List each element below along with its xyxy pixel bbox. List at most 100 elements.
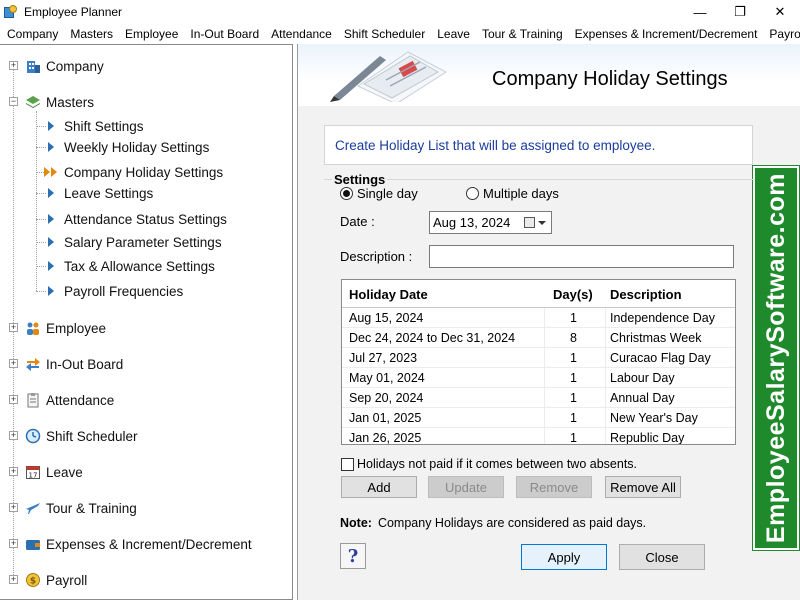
wallet-icon [24, 535, 42, 553]
arrow-right-icon [48, 237, 54, 247]
column-header-days[interactable]: Day(s) [553, 287, 593, 302]
tree-item-salary-parameter-settings[interactable]: Salary Parameter Settings [48, 232, 222, 252]
settings-legend: Settings [332, 172, 388, 187]
tree-item-employee[interactable]: Employee [24, 318, 106, 338]
remove-all-button[interactable]: Remove All [605, 476, 681, 498]
menu-shift-scheduler[interactable]: Shift Scheduler [338, 27, 431, 41]
table-header: Holiday Date Day(s) Description [342, 280, 735, 308]
help-button[interactable]: ? [340, 543, 366, 569]
tree-item-payroll-frequencies[interactable]: Payroll Frequencies [48, 281, 183, 301]
tree-item-company-holiday-settings[interactable]: Company Holiday Settings [44, 162, 223, 182]
people-icon [24, 319, 42, 337]
column-header-holiday-date[interactable]: Holiday Date [349, 287, 428, 302]
single-day-radio[interactable]: Single day [340, 186, 418, 201]
calendar-icon: 17 [24, 463, 42, 481]
clipboard-icon [24, 391, 42, 409]
date-picker[interactable]: Aug 13, 2024 [429, 211, 552, 234]
table-row[interactable]: Dec 24, 2024 to Dec 31, 2024 8 Christmas W… [342, 328, 735, 348]
tree-item-shift-scheduler[interactable]: Shift Scheduler [24, 426, 138, 446]
arrow-right-icon [48, 214, 54, 224]
building-icon [24, 57, 42, 75]
tree-item-in-out-board[interactable]: In-Out Board [24, 354, 123, 374]
expand-employee-toggle[interactable]: + [9, 323, 18, 332]
expand-company-toggle[interactable]: + [9, 61, 18, 70]
menu-company[interactable]: Company [0, 27, 64, 41]
tree-item-weekly-holiday-settings[interactable]: Weekly Holiday Settings [48, 137, 209, 157]
arrow-right-icon [48, 286, 54, 296]
expand-leave-toggle[interactable]: + [9, 467, 18, 476]
menu-expenses[interactable]: Expenses & Increment/Decrement [569, 27, 764, 41]
window-controls: — ❐ ✕ [680, 0, 800, 24]
remove-button[interactable]: Remove [516, 476, 592, 498]
info-text: Create Holiday List that will be assigne… [335, 137, 656, 153]
tree-item-leave-settings[interactable]: Leave Settings [48, 183, 153, 203]
expand-attendance-toggle[interactable]: + [9, 395, 18, 404]
page-title: Company Holiday Settings [492, 68, 728, 90]
expand-payroll-toggle[interactable]: + [9, 575, 18, 584]
holidays-not-paid-label: Holidays not paid if it comes between tw… [357, 457, 638, 471]
close-button[interactable]: ✕ [760, 0, 800, 24]
table-row[interactable]: Aug 15, 2024 1 Independence Day [342, 308, 735, 328]
menu-attendance[interactable]: Attendance [265, 27, 338, 41]
description-input[interactable] [429, 245, 734, 268]
calendar-icon [524, 217, 535, 228]
close-dialog-button[interactable]: Close [619, 544, 705, 570]
expand-in-out-board-toggle[interactable]: + [9, 359, 18, 368]
tree-item-company[interactable]: Company [24, 56, 104, 76]
tree-item-leave[interactable]: 17 Leave [24, 462, 83, 482]
table-row[interactable]: Jan 01, 2025 1 New Year's Day [342, 408, 735, 428]
documents-pen-icon [330, 51, 447, 102]
tree-item-tax-allowance-settings[interactable]: Tax & Allowance Settings [48, 256, 215, 276]
tree-label-company: Company [46, 58, 104, 74]
arrow-right-icon [48, 142, 54, 152]
single-day-label: Single day [357, 186, 418, 201]
table-row[interactable]: Sep 20, 2024 1 Annual Day [342, 388, 735, 408]
tree-item-expenses[interactable]: Expenses & Increment/Decrement [24, 534, 252, 554]
table-row[interactable]: Jan 26, 2025 1 Republic Day [342, 428, 735, 444]
multiple-days-radio[interactable]: Multiple days [466, 186, 559, 201]
tree-item-attendance[interactable]: Attendance [24, 390, 114, 410]
svg-text:17: 17 [29, 472, 38, 480]
collapse-masters-toggle[interactable]: − [9, 97, 18, 106]
holidays-not-paid-checkbox[interactable]: Holidays not paid if it comes between tw… [341, 457, 637, 471]
page-header: Company Holiday Settings [298, 44, 800, 106]
update-button[interactable]: Update [428, 476, 504, 498]
menu-payroll[interactable]: Payroll [763, 27, 800, 41]
tree-item-shift-settings[interactable]: Shift Settings [48, 116, 144, 136]
menu-tour-training[interactable]: Tour & Training [476, 27, 569, 41]
minimize-button[interactable]: — [680, 0, 720, 24]
expand-shift-scheduler-toggle[interactable]: + [9, 431, 18, 440]
add-button[interactable]: Add [341, 476, 417, 498]
radio-unselected-icon [466, 187, 479, 200]
column-header-description[interactable]: Description [610, 287, 682, 302]
expand-tour-training-toggle[interactable]: + [9, 503, 18, 512]
arrow-right-icon [48, 261, 54, 271]
tree-item-attendance-status-settings[interactable]: Attendance Status Settings [48, 209, 227, 229]
menu-masters[interactable]: Masters [64, 27, 119, 41]
date-value: Aug 13, 2024 [433, 215, 511, 230]
double-arrow-right-icon [44, 167, 58, 177]
menu-in-out-board[interactable]: In-Out Board [184, 27, 265, 41]
table-row[interactable]: Jul 27, 2023 1 Curacao Flag Day [342, 348, 735, 368]
table-row[interactable]: May 01, 2024 1 Labour Day [342, 368, 735, 388]
question-mark-icon: ? [347, 545, 359, 567]
maximize-button[interactable]: ❐ [720, 0, 760, 24]
menu-bar: Company Masters Employee In-Out Board At… [0, 24, 800, 44]
description-label: Description : [340, 249, 413, 264]
coin-icon: $ [24, 571, 42, 589]
arrow-right-icon [48, 188, 54, 198]
in-out-arrows-icon [24, 355, 42, 373]
menu-leave[interactable]: Leave [431, 27, 476, 41]
clock-icon [24, 427, 42, 445]
tree-item-masters[interactable]: Masters [24, 92, 94, 112]
multiple-days-label: Multiple days [483, 186, 559, 201]
expand-expenses-toggle[interactable]: + [9, 539, 18, 548]
window-title: Employee Planner [24, 5, 123, 19]
tree-item-tour-training[interactable]: Tour & Training [24, 498, 137, 518]
navigation-tree: + Company − Masters Shift Settings Weekl… [0, 44, 293, 600]
arrow-right-icon [48, 121, 54, 131]
menu-employee[interactable]: Employee [119, 27, 184, 41]
note-text: Company Holidays are considered as paid … [377, 516, 647, 530]
apply-button[interactable]: Apply [521, 544, 607, 570]
tree-item-payroll[interactable]: $ Payroll [24, 570, 87, 590]
